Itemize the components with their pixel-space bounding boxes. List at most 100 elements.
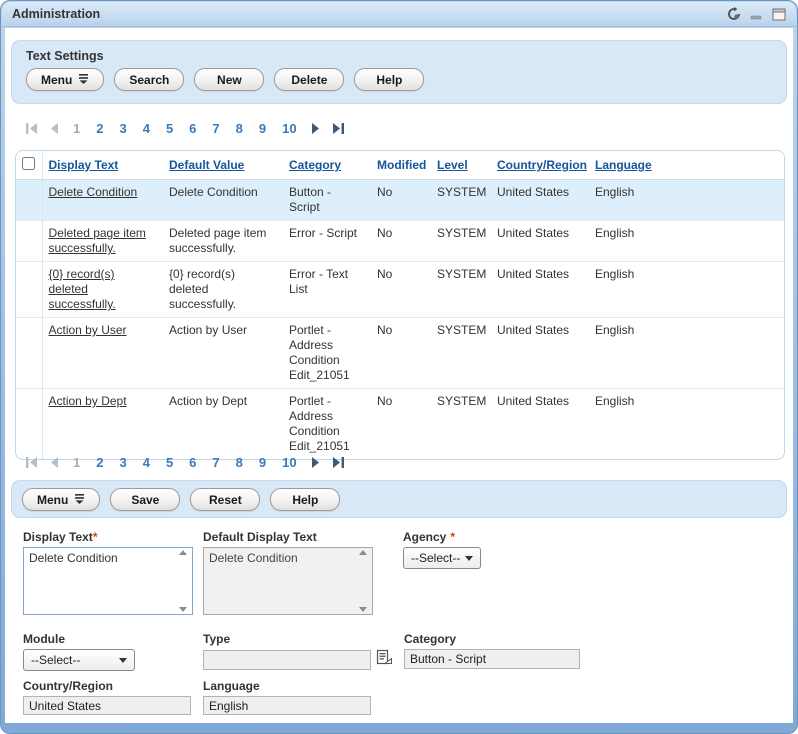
page-link-7[interactable]: 7 bbox=[212, 455, 219, 470]
scroll-up-icon[interactable] bbox=[179, 550, 187, 555]
page-link-3[interactable]: 3 bbox=[119, 455, 126, 470]
maximize-icon[interactable] bbox=[772, 8, 786, 21]
window-title: Administration bbox=[12, 7, 100, 21]
display-text-link[interactable]: Action by User bbox=[49, 323, 127, 337]
delete-button[interactable]: Delete bbox=[274, 68, 344, 91]
page-link-2[interactable]: 2 bbox=[96, 121, 103, 136]
save-button[interactable]: Save bbox=[110, 488, 180, 511]
page-link-6[interactable]: 6 bbox=[189, 455, 196, 470]
titlebar: Administration bbox=[2, 2, 796, 27]
refresh-icon[interactable] bbox=[727, 7, 741, 21]
module-field-group: Module --Select-- bbox=[23, 632, 135, 671]
page-link-10[interactable]: 10 bbox=[282, 455, 296, 470]
country-field-group: Country/Region bbox=[23, 679, 191, 715]
display-text-cell: {0} record(s) deleted successfully. bbox=[42, 262, 163, 318]
help-button[interactable]: Help bbox=[270, 488, 340, 511]
scroll-down-icon[interactable] bbox=[359, 607, 367, 612]
language-field-group: Language bbox=[203, 679, 371, 715]
language-cell: English bbox=[589, 262, 784, 318]
default-display-text-textarea: Delete Condition bbox=[203, 547, 373, 615]
type-input[interactable] bbox=[203, 650, 371, 670]
display-text-link[interactable]: Action by Dept bbox=[49, 394, 127, 408]
country-label: Country/Region bbox=[23, 679, 191, 693]
minimize-icon[interactable] bbox=[750, 8, 763, 21]
page-link-3[interactable]: 3 bbox=[119, 121, 126, 136]
text-settings-panel: Text Settings Menu Search New Delete Hel… bbox=[11, 40, 787, 104]
chevron-down-icon bbox=[119, 658, 127, 663]
scroll-down-icon[interactable] bbox=[179, 607, 187, 612]
required-marker: * bbox=[93, 530, 98, 544]
header-display-text[interactable]: Display Text bbox=[42, 151, 163, 180]
page-link-7[interactable]: 7 bbox=[212, 121, 219, 136]
agency-select-value: --Select-- bbox=[411, 551, 460, 565]
default-value-cell: {0} record(s) deleted successfully. bbox=[163, 262, 283, 318]
display-text-cell: Delete Condition bbox=[42, 180, 163, 221]
modified-cell: No bbox=[371, 389, 431, 460]
next-page-icon[interactable] bbox=[311, 457, 320, 468]
page-link-8[interactable]: 8 bbox=[236, 455, 243, 470]
language-cell: English bbox=[589, 389, 784, 460]
textarea-scrollbar[interactable] bbox=[356, 550, 370, 612]
page-link-9[interactable]: 9 bbox=[259, 121, 266, 136]
page-link-10[interactable]: 10 bbox=[282, 121, 296, 136]
page-link-1: 1 bbox=[73, 455, 80, 470]
page-link-1: 1 bbox=[73, 121, 80, 136]
category-input bbox=[404, 649, 580, 669]
table-row: Delete ConditionDelete ConditionButton -… bbox=[16, 180, 784, 221]
page-link-6[interactable]: 6 bbox=[189, 121, 196, 136]
menu-dropdown-icon bbox=[74, 493, 85, 507]
display-text-link[interactable]: Deleted page item successfully. bbox=[49, 226, 146, 255]
page-link-2[interactable]: 2 bbox=[96, 455, 103, 470]
page-link-4[interactable]: 4 bbox=[143, 455, 150, 470]
language-cell: English bbox=[589, 318, 784, 389]
level-cell: SYSTEM bbox=[431, 180, 491, 221]
last-page-icon[interactable] bbox=[332, 457, 345, 468]
language-cell: English bbox=[589, 221, 784, 262]
row-select-cell bbox=[16, 180, 42, 221]
language-label: Language bbox=[203, 679, 371, 693]
agency-select[interactable]: --Select-- bbox=[403, 547, 481, 569]
next-page-icon[interactable] bbox=[311, 123, 320, 134]
header-language[interactable]: Language bbox=[589, 151, 784, 180]
textarea-scrollbar[interactable] bbox=[176, 550, 190, 612]
type-label: Type bbox=[203, 632, 393, 646]
display-text-textarea[interactable]: Delete Condition bbox=[23, 547, 193, 615]
page-link-9[interactable]: 9 bbox=[259, 455, 266, 470]
header-category[interactable]: Category bbox=[283, 151, 371, 180]
menu-button[interactable]: Menu bbox=[22, 488, 100, 511]
header-country[interactable]: Country/Region bbox=[491, 151, 589, 180]
header-default-value[interactable]: Default Value bbox=[163, 151, 283, 180]
panel-title: Text Settings bbox=[26, 49, 772, 63]
display-text-link[interactable]: Delete Condition bbox=[49, 185, 138, 199]
text-settings-table: Display Text Default Value Category Modi… bbox=[15, 150, 785, 460]
language-cell: English bbox=[589, 180, 784, 221]
page-link-8[interactable]: 8 bbox=[236, 121, 243, 136]
row-select-cell bbox=[16, 389, 42, 460]
module-select[interactable]: --Select-- bbox=[23, 649, 135, 671]
select-all-checkbox[interactable] bbox=[22, 157, 35, 170]
menu-button-label: Menu bbox=[41, 73, 72, 87]
new-button[interactable]: New bbox=[194, 68, 264, 91]
lookup-icon[interactable] bbox=[376, 649, 393, 671]
display-text-cell: Deleted page item successfully. bbox=[42, 221, 163, 262]
display-text-link[interactable]: {0} record(s) deleted successfully. bbox=[49, 267, 116, 311]
country-cell: United States bbox=[491, 318, 589, 389]
search-button[interactable]: Search bbox=[114, 68, 184, 91]
level-cell: SYSTEM bbox=[431, 318, 491, 389]
category-cell: Error - Script bbox=[283, 221, 371, 262]
page-link-4[interactable]: 4 bbox=[143, 121, 150, 136]
select-all-cell bbox=[16, 151, 42, 180]
reset-button[interactable]: Reset bbox=[190, 488, 260, 511]
page-link-5[interactable]: 5 bbox=[166, 455, 173, 470]
last-page-icon[interactable] bbox=[332, 123, 345, 134]
menu-dropdown-icon bbox=[78, 73, 89, 87]
agency-field-group: Agency* --Select-- bbox=[403, 530, 481, 569]
help-button[interactable]: Help bbox=[354, 68, 424, 91]
scroll-up-icon[interactable] bbox=[359, 550, 367, 555]
category-cell: Portlet - Address Condition Edit_21051 bbox=[283, 389, 371, 460]
header-level[interactable]: Level bbox=[431, 151, 491, 180]
country-cell: United States bbox=[491, 180, 589, 221]
page-link-5[interactable]: 5 bbox=[166, 121, 173, 136]
category-field-group: Category bbox=[404, 632, 580, 669]
menu-button[interactable]: Menu bbox=[26, 68, 104, 91]
